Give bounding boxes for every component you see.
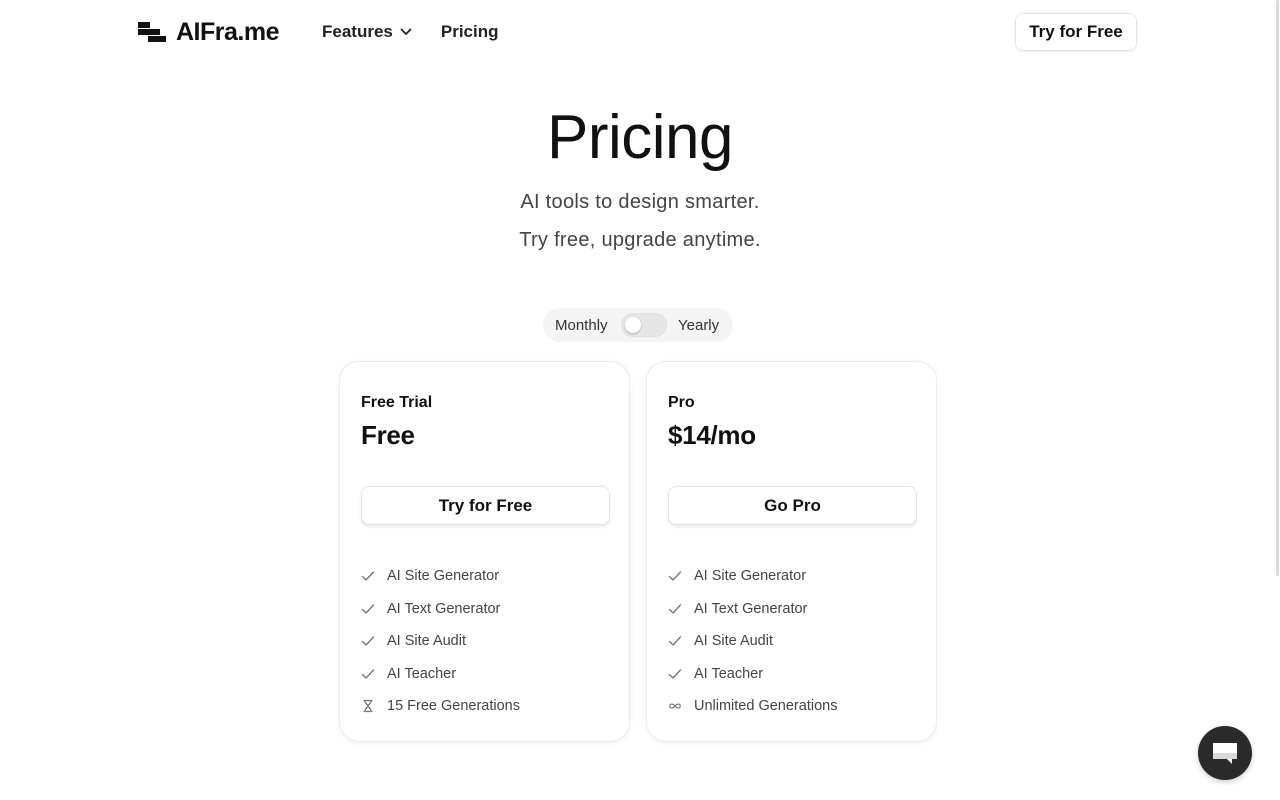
feature-item: AI Site Generator — [361, 560, 520, 593]
check-icon — [668, 634, 682, 648]
logo-text: AIFra.me — [176, 18, 279, 46]
main-nav: Features Pricing — [322, 22, 499, 42]
feature-label: AI Site Generator — [387, 568, 500, 585]
check-icon — [361, 634, 375, 648]
plan-name: Free Trial — [361, 394, 433, 411]
feature-item: AI Text Generator — [668, 593, 837, 626]
feature-item: AI Site Generator — [668, 560, 837, 593]
billing-yearly-label[interactable]: Yearly — [678, 317, 719, 334]
nav-features-label: Features — [322, 22, 393, 41]
billing-monthly-label[interactable]: Monthly — [555, 317, 608, 334]
feature-label: 15 Free Generations — [387, 698, 520, 715]
feature-list: AI Site Generator AI Text Generator AI S… — [361, 560, 520, 723]
chat-launcher-button[interactable] — [1198, 726, 1252, 780]
feature-label: AI Site Generator — [694, 568, 807, 585]
feature-label: AI Text Generator — [694, 600, 808, 617]
nav-pricing-label: Pricing — [440, 22, 499, 41]
page-title: Pricing — [546, 103, 734, 172]
plan-price: Free — [361, 420, 415, 450]
feature-item: 15 Free Generations — [361, 690, 520, 723]
hourglass-icon — [361, 699, 375, 713]
billing-switch[interactable] — [621, 313, 667, 337]
feature-label: AI Site Audit — [694, 633, 773, 650]
billing-toggle: Monthly Yearly — [543, 308, 733, 342]
feature-item: AI Teacher — [361, 658, 520, 691]
page-scrollbar[interactable] — [1276, 0, 1279, 576]
nav-pricing[interactable]: Pricing — [441, 22, 499, 42]
try-for-free-button[interactable]: Try for Free — [361, 486, 610, 525]
check-icon — [668, 667, 682, 681]
check-icon — [361, 569, 375, 583]
nav-features[interactable]: Features — [322, 22, 413, 42]
plan-price: $14/mo — [668, 420, 756, 450]
site-header: AIFra.me Features Pricing Try for Free — [0, 0, 1280, 64]
plan-card-free: Free Trial Free Try for Free AI Site Gen… — [339, 361, 630, 742]
subtitle-line-1: AI tools to design smarter. — [520, 191, 760, 213]
check-icon — [668, 602, 682, 616]
check-icon — [361, 602, 375, 616]
plan-card-pro: Pro $14/mo Go Pro AI Site Generator AI T… — [646, 361, 937, 742]
feature-item: Unlimited Generations — [668, 690, 837, 723]
go-pro-button[interactable]: Go Pro — [668, 486, 917, 525]
logo-mark-icon — [138, 20, 168, 46]
feature-label: AI Text Generator — [387, 600, 501, 617]
feature-item: AI Teacher — [668, 658, 837, 691]
header-try-free-button[interactable]: Try for Free — [1015, 13, 1137, 51]
logo[interactable]: AIFra.me — [138, 18, 279, 47]
check-icon — [668, 569, 682, 583]
feature-item: AI Text Generator — [361, 593, 520, 626]
feature-label: AI Teacher — [694, 665, 764, 682]
feature-label: AI Teacher — [387, 665, 457, 682]
switch-knob — [625, 317, 641, 333]
feature-label: AI Site Audit — [387, 633, 466, 650]
plan-name: Pro — [668, 394, 695, 411]
feature-list: AI Site Generator AI Text Generator AI S… — [668, 560, 837, 723]
subtitle-line-2: Try free, upgrade anytime. — [519, 229, 761, 251]
feature-item: AI Site Audit — [668, 625, 837, 658]
check-icon — [361, 667, 375, 681]
feature-item: AI Site Audit — [361, 625, 520, 658]
chevron-down-icon — [400, 28, 412, 35]
chat-bubble-icon — [1213, 743, 1237, 764]
infinity-icon — [668, 699, 682, 713]
feature-label: Unlimited Generations — [694, 698, 838, 715]
